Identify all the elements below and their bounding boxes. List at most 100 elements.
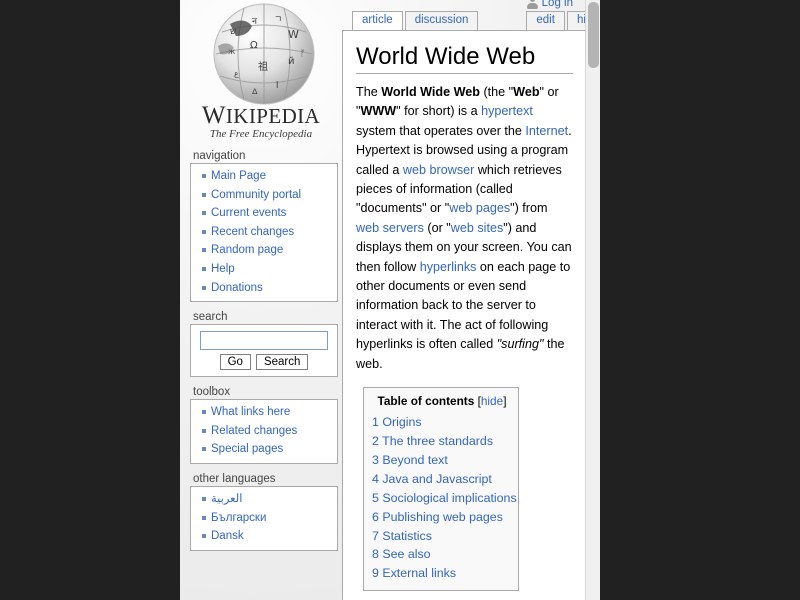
toc-entry[interactable]: 2 The three standards (372, 432, 512, 451)
toc-entry-link[interactable]: 4 Java and Javascript (372, 472, 492, 486)
toc-entry-label: The three standards (379, 434, 493, 448)
portlet-search-body (190, 324, 338, 377)
article-link[interactable]: hyperlinks (420, 260, 477, 274)
lead-bold: WWW (360, 104, 396, 118)
portlet-other-languages: other languages العربية Български Dansk (190, 473, 338, 551)
sidebar-item-special-pages[interactable]: Special pages (211, 443, 283, 455)
svg-text:й: й (288, 56, 295, 67)
toc-entry-link[interactable]: 7 Statistics (372, 529, 432, 543)
list-item[interactable]: Help (211, 260, 335, 279)
sidebar-item-lang-bulgarian[interactable]: Български (211, 512, 266, 524)
sidebar-item-community-portal[interactable]: Community portal (211, 189, 301, 201)
sidebar-item-current-events[interactable]: Current events (211, 207, 286, 219)
svg-text:ع: ع (234, 69, 239, 78)
toc-entry-label: Beyond text (379, 453, 448, 467)
article-link[interactable]: web sites (451, 221, 504, 235)
lead-bold: World Wide Web (381, 85, 480, 99)
sidebar-item-random-page[interactable]: Random page (211, 244, 283, 256)
svg-text:ᐃ: ᐃ (252, 87, 258, 96)
sidebar-item-related-changes[interactable]: Related changes (211, 425, 297, 437)
toc-entry-link[interactable]: 3 Beyond text (372, 453, 448, 467)
toc-entry-link[interactable]: 5 Sociological implications (372, 491, 517, 505)
toc-entry-label: External links (379, 566, 456, 580)
go-button[interactable] (220, 354, 251, 370)
lead-text: The (356, 85, 381, 99)
toc-entry[interactable]: 4 Java and Javascript (372, 470, 512, 489)
toc-entry[interactable]: 6 Publishing web pages (372, 508, 512, 527)
toc-entry-number: 8 (372, 547, 379, 561)
toc-hide-link[interactable]: hide (481, 394, 503, 408)
search-button[interactable] (256, 354, 308, 370)
toc-entry-label: Publishing web pages (379, 510, 503, 524)
toc-entry-link[interactable]: 9 External links (372, 566, 456, 580)
portlet-toolbox-body: What links here Related changes Special … (190, 399, 338, 464)
list-item[interactable]: Random page (211, 241, 335, 260)
sidebar-item-what-links-here[interactable]: What links here (211, 406, 290, 418)
list-item[interactable]: Community portal (211, 186, 335, 205)
tab-edit[interactable]: edit (526, 11, 565, 30)
table-of-contents: Table of contents [hide] 1 Origins2 The … (363, 387, 519, 591)
list-item[interactable]: Dansk (211, 527, 335, 546)
lead-text: (the " (480, 85, 513, 99)
sidebar-item-donations[interactable]: Donations (211, 282, 263, 294)
portlet-navigation: navigation Main Page Community portal Cu… (190, 150, 338, 302)
toc-entry-number: 1 (372, 415, 379, 429)
toc-entry-number: 6 (372, 510, 379, 524)
wikipedia-wordmark: WIKIPEDIA (182, 102, 340, 130)
list-item[interactable]: Related changes (211, 422, 335, 441)
toc-entry[interactable]: 3 Beyond text (372, 451, 512, 470)
article-link[interactable]: hypertext (481, 104, 533, 118)
search-input[interactable] (200, 331, 328, 350)
list-item[interactable]: العربية (211, 490, 335, 509)
toc-entry-link[interactable]: 2 The three standards (372, 434, 493, 448)
list-item[interactable]: Donations (211, 279, 335, 298)
toc-entry[interactable]: 9 External links (372, 564, 512, 583)
list-item[interactable]: Main Page (211, 167, 335, 186)
tab-discussion[interactable]: discussion (405, 11, 479, 30)
toc-entry-label: Origins (379, 415, 422, 429)
portlet-toolbox-heading: toolbox (192, 386, 338, 398)
portlet-navigation-body: Main Page Community portal Current event… (190, 163, 338, 302)
toc-entry-link[interactable]: 8 See also (372, 547, 431, 561)
toc-entry[interactable]: 1 Origins (372, 413, 512, 432)
lead-text: ") from (510, 201, 547, 215)
list-item[interactable]: Recent changes (211, 223, 335, 242)
toc-entry-number: 9 (372, 566, 379, 580)
toc-entry-link[interactable]: 1 Origins (372, 415, 422, 429)
lead-text: (or " (424, 221, 451, 235)
sidebar-item-lang-danish[interactable]: Dansk (211, 530, 244, 542)
toc-entry-label: See also (379, 547, 431, 561)
toc-entry-label: Java and Javascript (379, 472, 492, 486)
toc-toggle: [hide] (478, 394, 507, 408)
article-link[interactable]: web servers (356, 221, 424, 235)
tabgroup-namespaces: article discussion (352, 11, 480, 30)
log-in-link[interactable]: Log in (542, 0, 573, 9)
lead-italic: "surfing" (497, 337, 544, 351)
article-link[interactable]: web browser (403, 163, 474, 177)
vertical-scrollbar[interactable] (585, 0, 600, 600)
list-item[interactable]: Current events (211, 204, 335, 223)
sidebar-item-help[interactable]: Help (211, 263, 235, 275)
portlet-navigation-heading: navigation (192, 150, 338, 162)
tab-article[interactable]: article (352, 11, 403, 30)
sidebar-column: ש न ㄱ W Ω ж ᚠ 祖 й ع ן ᐃ (182, 0, 340, 560)
article-link[interactable]: web pages (449, 201, 510, 215)
svg-text:Ω: Ω (250, 40, 258, 51)
list-item[interactable]: What links here (211, 403, 335, 422)
svg-text:祖: 祖 (258, 60, 268, 73)
sidebar-item-recent-changes[interactable]: Recent changes (211, 226, 294, 238)
toc-entry-number: 7 (372, 529, 379, 543)
sidebar-item-main-page[interactable]: Main Page (211, 170, 266, 182)
portlet-languages-heading: other languages (192, 473, 338, 485)
sidebar-item-lang-arabic[interactable]: العربية (211, 493, 242, 505)
toc-entry[interactable]: 8 See also (372, 545, 512, 564)
toc-entry-link[interactable]: 6 Publishing web pages (372, 510, 503, 524)
scrollbar-thumb[interactable] (588, 2, 599, 68)
list-item[interactable]: Български (211, 509, 335, 528)
toc-entry[interactable]: 5 Sociological implications (372, 489, 512, 508)
article-link[interactable]: Internet (525, 124, 568, 138)
toc-entry-number: 5 (372, 491, 379, 505)
toc-entry[interactable]: 7 Statistics (372, 527, 512, 546)
wikipedia-logo[interactable]: ש न ㄱ W Ω ж ᚠ 祖 й ع ן ᐃ (182, 0, 340, 150)
list-item[interactable]: Special pages (211, 440, 335, 459)
